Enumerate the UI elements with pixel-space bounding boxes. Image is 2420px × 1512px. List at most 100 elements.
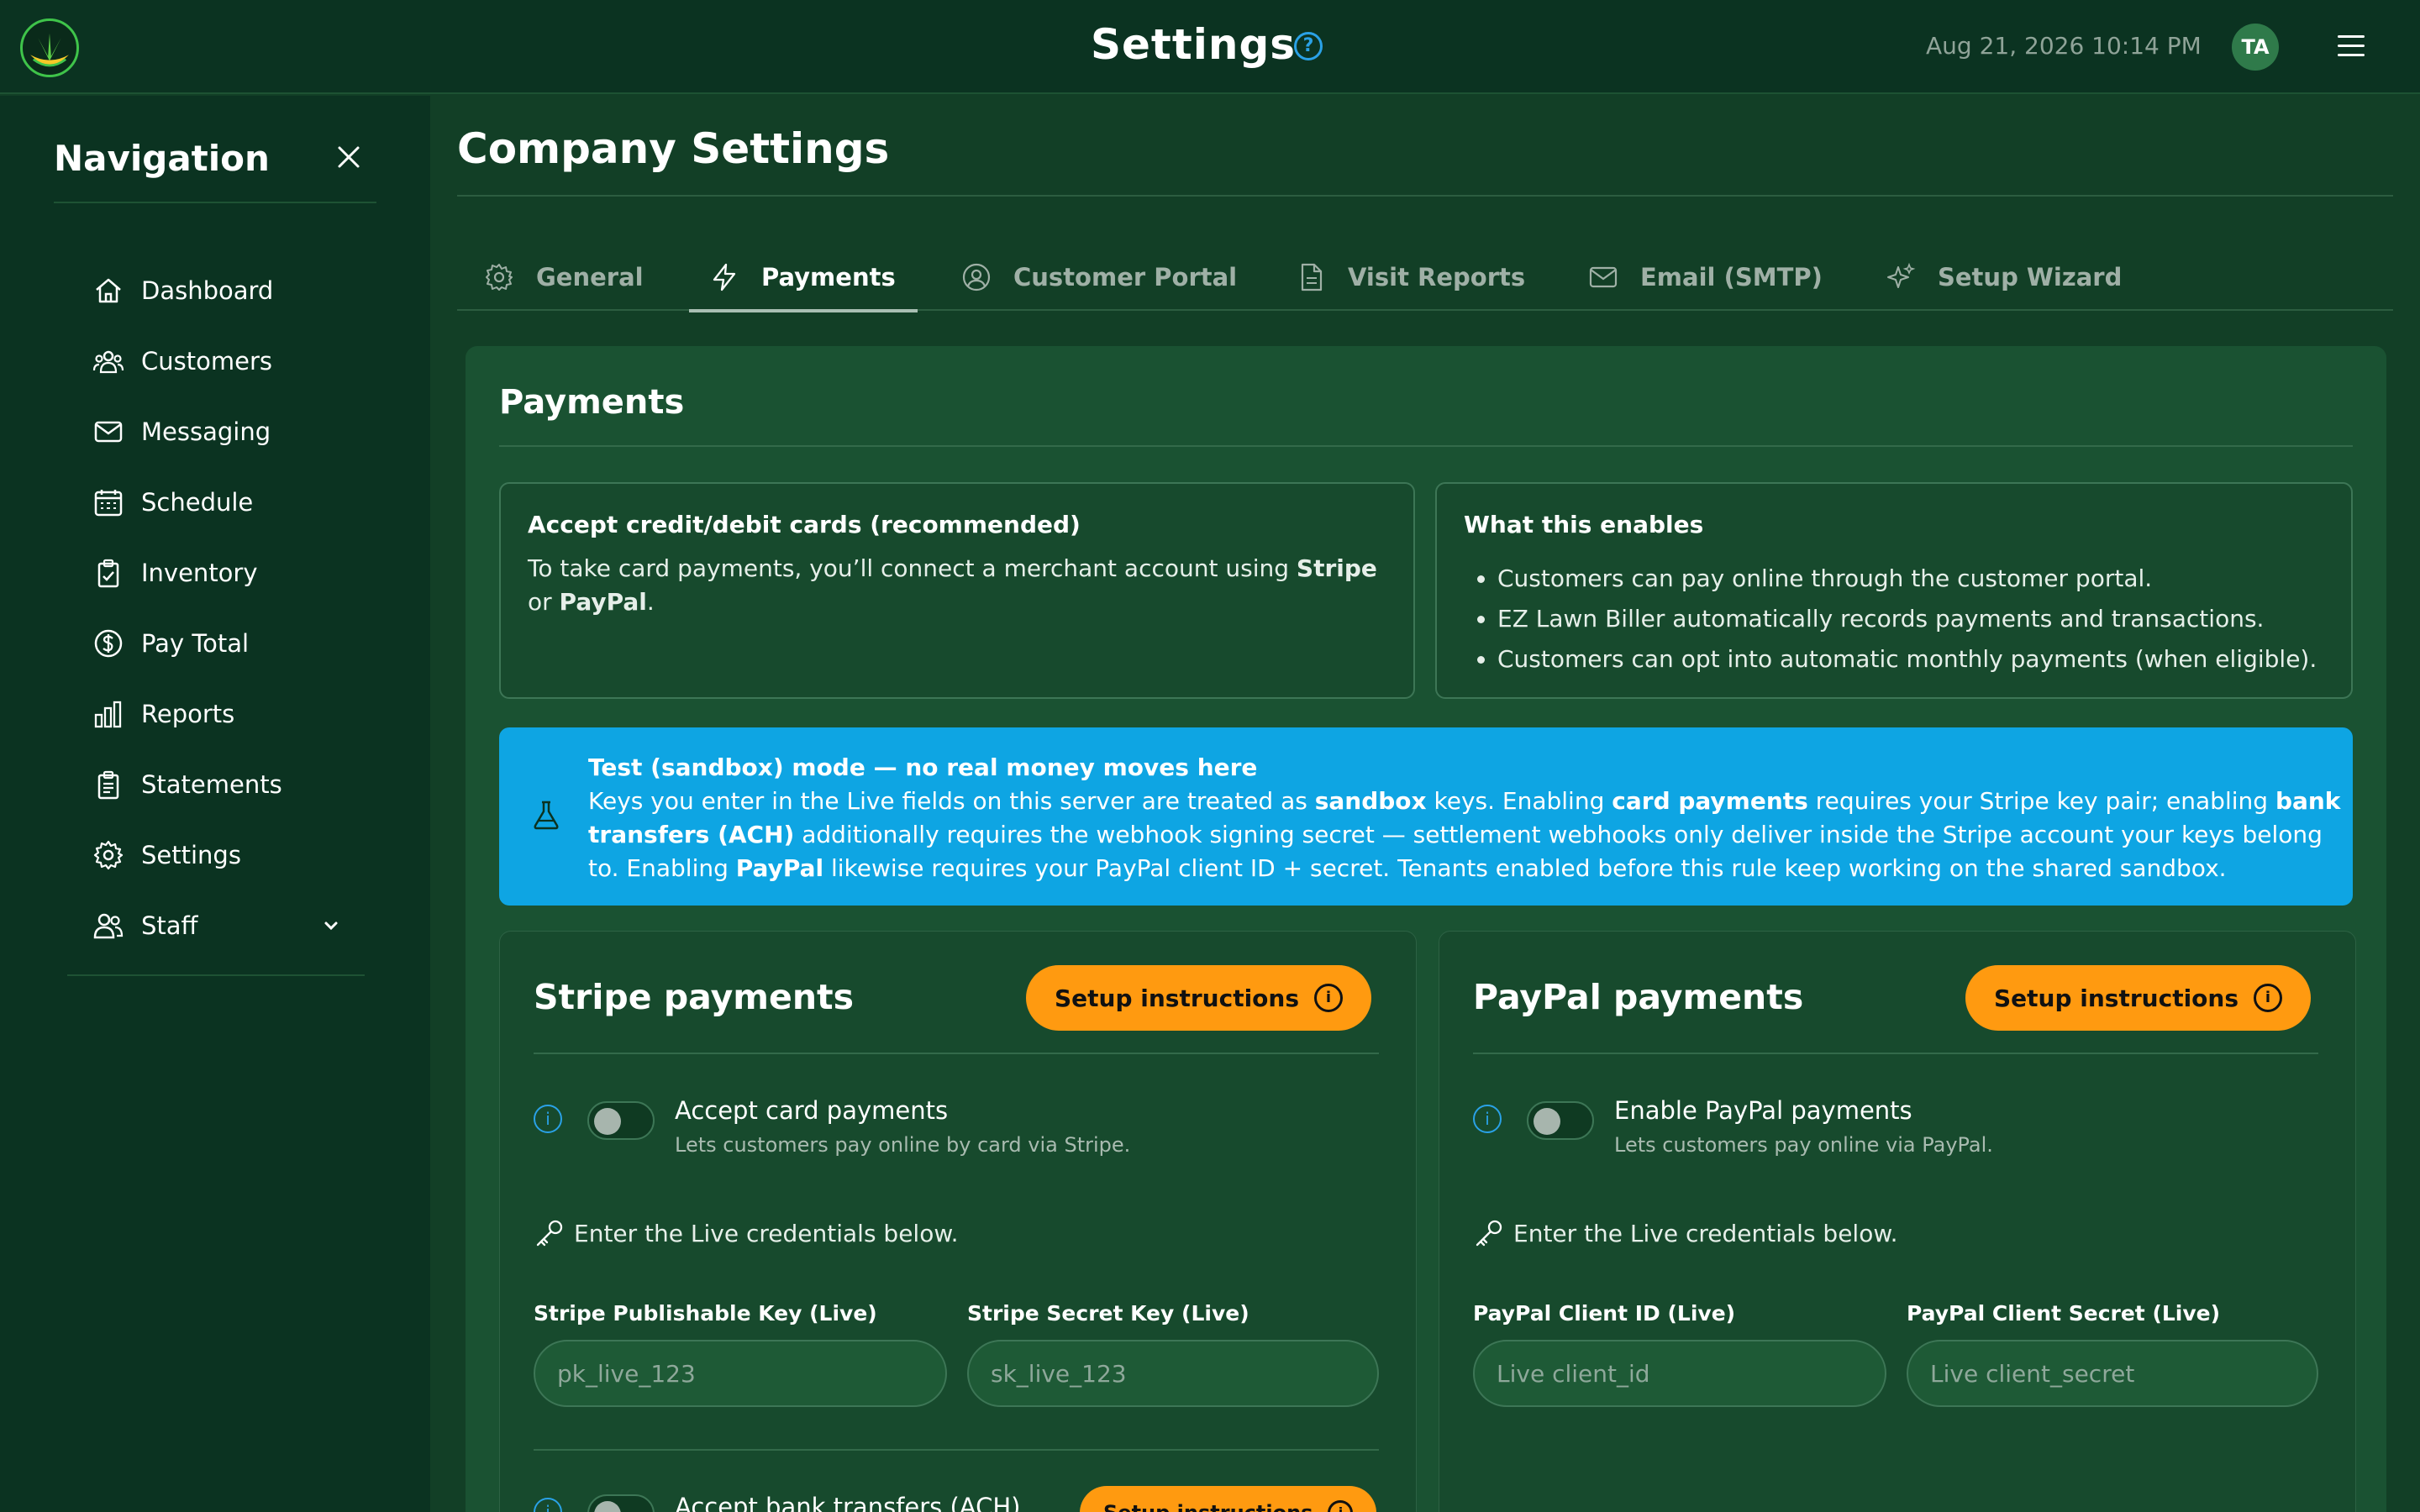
chevron-down-icon[interactable] bbox=[319, 914, 343, 937]
credentials-note-text: Enter the Live credentials below. bbox=[1513, 1219, 1898, 1247]
ach-setup-instructions-button[interactable]: Setup instructions i bbox=[1080, 1486, 1377, 1512]
sidebar-item-customers[interactable]: Customers bbox=[92, 326, 282, 396]
stripe-setup-instructions-button[interactable]: Setup instructions i bbox=[1026, 965, 1372, 1031]
help-icon[interactable]: ? bbox=[1294, 32, 1323, 60]
user-avatar[interactable]: TA bbox=[2232, 24, 2279, 71]
dollar-circle-icon bbox=[94, 629, 123, 658]
paypal-payments-card: PayPal payments Setup instructions i i E… bbox=[1439, 931, 2356, 1512]
app-logo[interactable] bbox=[20, 18, 79, 77]
sidebar-item-label: Reports bbox=[141, 700, 235, 728]
section-title: Company Settings bbox=[457, 124, 890, 173]
sidebar-item-label: Messaging bbox=[141, 417, 271, 446]
sidebar-divider bbox=[67, 974, 365, 976]
sidebar-item-pay-total[interactable]: Pay Total bbox=[92, 608, 282, 679]
field-label: Stripe Secret Key (Live) bbox=[967, 1301, 1249, 1326]
sidebar-item-inventory[interactable]: Inventory bbox=[92, 538, 282, 608]
tab-label: Payments bbox=[761, 263, 896, 291]
paypal-client-secret-input[interactable] bbox=[1907, 1340, 2318, 1407]
user-circle-icon bbox=[962, 263, 991, 291]
calendar-icon bbox=[94, 490, 123, 517]
tab-payments[interactable]: Payments bbox=[689, 244, 918, 312]
enable-paypal-toggle[interactable] bbox=[1527, 1101, 1594, 1140]
card-divider bbox=[534, 1053, 1379, 1054]
list-item: Customers can pay online through the cus… bbox=[1497, 559, 2324, 599]
sidebar-item-schedule[interactable]: Schedule bbox=[92, 467, 282, 538]
sidebar-title: Navigation bbox=[54, 138, 270, 179]
sidebar-item-label: Settings bbox=[141, 841, 241, 869]
sidebar-item-label: Schedule bbox=[141, 488, 254, 517]
list-item: Customers can opt into automatic monthly… bbox=[1497, 639, 2324, 680]
sidebar-divider bbox=[54, 202, 376, 203]
field-label: PayPal Client Secret (Live) bbox=[1907, 1301, 2221, 1326]
staff-icon bbox=[93, 913, 124, 939]
accept-cards-card: Accept credit/debit cards (recommended) … bbox=[499, 482, 1415, 699]
close-icon[interactable] bbox=[334, 143, 363, 171]
tab-visit-reports[interactable]: Visit Reports bbox=[1296, 244, 1525, 311]
sidebar-item-label: Inventory bbox=[141, 559, 258, 587]
gear-icon bbox=[93, 840, 124, 870]
sidebar-nav-list: Dashboard Customers Messaging Schedule I… bbox=[92, 255, 338, 961]
sidebar-item-label: Staff bbox=[141, 911, 198, 940]
gear-icon bbox=[486, 264, 513, 291]
paypal-client-id-input[interactable] bbox=[1473, 1340, 1886, 1407]
mail-icon bbox=[1589, 266, 1618, 288]
tab-setup-wizard[interactable]: Setup Wizard bbox=[1886, 244, 2122, 311]
card-divider bbox=[1473, 1053, 2318, 1054]
sidebar-item-messaging[interactable]: Messaging bbox=[92, 396, 282, 467]
section-divider bbox=[457, 195, 2393, 197]
sidebar-item-label: Statements bbox=[141, 770, 282, 799]
credentials-note-text: Enter the Live credentials below. bbox=[574, 1219, 959, 1247]
accept-cards-text: To take card payments, you’ll connect a … bbox=[528, 554, 1377, 616]
field-label: PayPal Client ID (Live) bbox=[1473, 1301, 1736, 1326]
enables-heading: What this enables bbox=[1464, 511, 1704, 538]
sandbox-heading: Test (sandbox) mode — no real money move… bbox=[588, 753, 1258, 781]
stripe-publishable-key-input[interactable] bbox=[534, 1340, 947, 1407]
enables-list: Customers can pay online through the cus… bbox=[1497, 559, 2324, 680]
sidebar-item-settings[interactable]: Settings bbox=[92, 820, 282, 890]
document-stack-icon bbox=[97, 770, 119, 800]
info-icon: i bbox=[2254, 984, 2283, 1012]
settings-tabs: General Payments Customer Portal Visit R… bbox=[457, 244, 2393, 312]
what-this-enables-card: What this enables Customers can pay onli… bbox=[1435, 482, 2353, 699]
sidebar-item-staff[interactable]: Staff bbox=[92, 890, 338, 961]
stripe-payments-card: Stripe payments Setup instructions i i A… bbox=[499, 931, 1417, 1512]
info-icon: i bbox=[1314, 984, 1344, 1012]
stripe-secret-key-input[interactable] bbox=[967, 1340, 1379, 1407]
sidebar: Navigation Dashboard Customers Messaging… bbox=[0, 96, 430, 1512]
accept-cards-heading: Accept credit/debit cards (recommended) bbox=[528, 511, 1081, 538]
info-icon[interactable]: i bbox=[1473, 1105, 1502, 1133]
clipboard-check-icon bbox=[97, 559, 119, 588]
datetime-display: Aug 21, 2026 10:14 PM bbox=[1926, 32, 2202, 60]
page-title: Settings bbox=[1091, 20, 1297, 69]
key-icon bbox=[1476, 1220, 1502, 1247]
accept-card-payments-toggle[interactable] bbox=[587, 1101, 655, 1140]
info-icon[interactable]: i bbox=[534, 1498, 562, 1512]
lightning-icon bbox=[713, 263, 736, 291]
payments-panel: Payments Accept credit/debit cards (reco… bbox=[466, 346, 2386, 1512]
sidebar-item-label: Pay Total bbox=[141, 629, 250, 658]
top-bar: Settings ? Aug 21, 2026 10:14 PM TA bbox=[0, 0, 2420, 94]
flask-icon bbox=[534, 801, 559, 830]
accept-ach-toggle[interactable] bbox=[587, 1494, 655, 1512]
paypal-setup-instructions-button[interactable]: Setup instructions i bbox=[1965, 965, 2312, 1031]
tab-general[interactable]: General bbox=[484, 244, 644, 311]
list-item: EZ Lawn Biller automatically records pay… bbox=[1497, 599, 2324, 639]
mail-icon bbox=[94, 421, 123, 443]
tab-label: Setup Wizard bbox=[1938, 263, 2123, 291]
tab-label: Customer Portal bbox=[1013, 263, 1238, 291]
tab-email-smtp[interactable]: Email (SMTP) bbox=[1588, 244, 1823, 311]
sidebar-item-statements[interactable]: Statements bbox=[92, 749, 282, 820]
toggle-label: Enable PayPal payments bbox=[1614, 1096, 1912, 1125]
sandbox-text: Keys you enter in the Live fields on thi… bbox=[588, 787, 2341, 882]
document-icon bbox=[1301, 263, 1323, 291]
sidebar-item-reports[interactable]: Reports bbox=[92, 679, 282, 749]
tab-label: Email (SMTP) bbox=[1640, 263, 1823, 291]
toggle-description: Lets customers pay online via PayPal. bbox=[1614, 1133, 1993, 1157]
button-label: Setup instructions bbox=[1994, 984, 2239, 1012]
hamburger-menu-icon[interactable] bbox=[2338, 35, 2365, 59]
credentials-note: Enter the Live credentials below. bbox=[534, 1217, 959, 1249]
tab-customer-portal[interactable]: Customer Portal bbox=[961, 244, 1237, 311]
info-icon[interactable]: i bbox=[534, 1105, 562, 1133]
sidebar-item-dashboard[interactable]: Dashboard bbox=[92, 255, 282, 326]
sidebar-item-label: Customers bbox=[141, 347, 272, 375]
